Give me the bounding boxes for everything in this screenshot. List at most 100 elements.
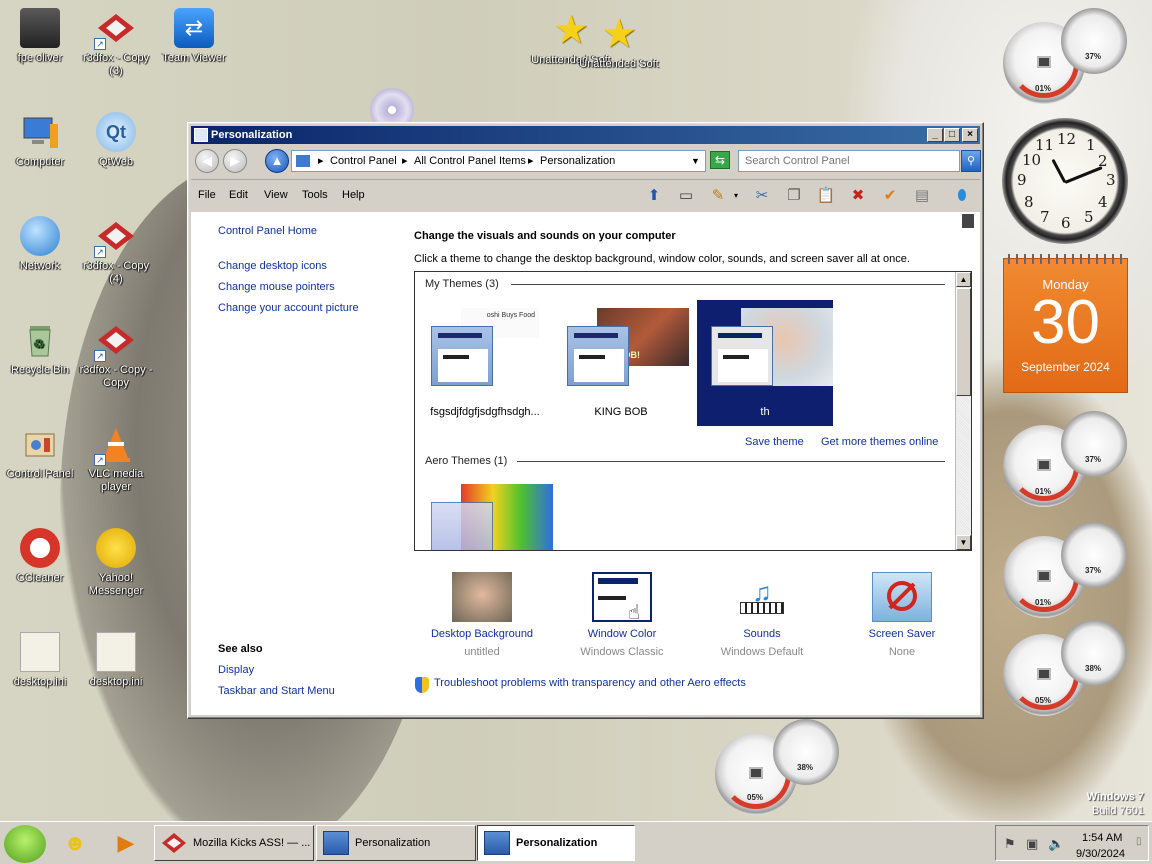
sounds-setting[interactable]: ♫ Sounds Windows Default: [692, 572, 832, 658]
search-input[interactable]: [738, 150, 960, 172]
tray-clock-date[interactable]: 9/30/2024: [1076, 848, 1125, 860]
desktop-icon-desktop-ini-2[interactable]: desktop.ini: [76, 632, 156, 689]
link-save-theme[interactable]: Save theme: [745, 436, 804, 448]
desktop-icon-vlc[interactable]: ↗ VLC media player: [76, 424, 156, 494]
link-display[interactable]: Display: [218, 664, 254, 676]
desktop-icon-recycle-bin[interactable]: ♻ Recycle Bin: [0, 320, 80, 377]
link-get-more-themes[interactable]: Get more themes online: [821, 436, 938, 448]
checkmark-icon[interactable]: ✔: [878, 185, 902, 207]
paste-icon[interactable]: 📋: [814, 185, 838, 207]
theme-name: fsgsdjfdgfjsdgfhsdgh...: [430, 406, 540, 418]
window-preview-icon: [431, 326, 493, 386]
link-troubleshoot-aero[interactable]: Troubleshoot problems with transparency …: [434, 677, 746, 689]
cpu-meter-gadget[interactable]: 05% 38%: [715, 719, 839, 815]
forward-button[interactable]: ▶: [223, 149, 247, 173]
clock-gadget[interactable]: 12 1 2 3 4 5 6 7 8 9 10 11: [1002, 118, 1128, 244]
back-button[interactable]: ◀: [195, 149, 219, 173]
link-change-mouse-pointers[interactable]: Change mouse pointers: [218, 281, 335, 293]
scrollbar-thumb[interactable]: [956, 288, 971, 396]
action-center-flag-icon[interactable]: ⚑: [1004, 836, 1016, 852]
link-change-account-picture[interactable]: Change your account picture: [218, 302, 359, 314]
scroll-up-arrow-icon[interactable]: ▲: [956, 272, 971, 287]
refresh-icon[interactable]: ⇆: [710, 151, 730, 169]
properties-icon[interactable]: ▤: [910, 185, 934, 207]
desktop-icon-desktop-ini-1[interactable]: desktop.ini: [0, 632, 80, 689]
personalization-window[interactable]: Personalization _ □ × ◀ ▶ ▲ ▸ Control Pa…: [187, 122, 984, 719]
minimize-button[interactable]: _: [927, 128, 943, 142]
memory-percent: 38%: [797, 763, 814, 772]
window-color-setting[interactable]: ☝ Window Color Windows Classic: [552, 572, 692, 658]
up-arrow-icon[interactable]: ⬆: [642, 185, 666, 207]
copy-icon[interactable]: ❐: [782, 185, 806, 207]
breadcrumb-control-panel[interactable]: Control Panel: [330, 151, 397, 171]
menu-help[interactable]: Help: [342, 189, 365, 201]
quick-launch-friends-icon[interactable]: ☻: [60, 828, 90, 858]
personalization-icon: [323, 831, 349, 855]
address-bar[interactable]: ▸ Control Panel ▸ All Control Panel Item…: [291, 150, 706, 172]
desktop-icon-label: fpe oliver: [17, 52, 63, 64]
theme-item-king-bob[interactable]: NG BOB! KING BOB: [553, 300, 689, 426]
web-icon[interactable]: ⬮: [950, 185, 974, 207]
theme-list-scrollbar[interactable]: ▲ ▼: [955, 272, 971, 550]
desktop-icon-unattended-soft-2[interactable]: ★ Unattended Soft: [579, 14, 659, 71]
calendar-gadget[interactable]: Monday 30 September 2024: [1003, 254, 1128, 393]
menu-tools[interactable]: Tools: [302, 189, 328, 201]
cpu-meter-gadget[interactable]: 05% 38%: [1003, 620, 1127, 716]
desktop-icon-qtweb[interactable]: Qt QtWeb: [76, 112, 156, 169]
close-button[interactable]: ×: [962, 128, 978, 142]
theme-item-fsgsdjf[interactable]: oshi Buys Food fsgsdjfdgfjsdgfhsdgh...: [417, 300, 553, 426]
help-book-icon[interactable]: [962, 214, 974, 228]
desktop-icon-r3dfox-copy-4[interactable]: ↗ r3dfox - Copy (4): [76, 216, 156, 286]
menu-view[interactable]: View: [264, 189, 288, 201]
theme-name: KING BOB: [594, 406, 648, 418]
link-change-desktop-icons[interactable]: Change desktop icons: [218, 260, 327, 272]
maximize-button[interactable]: □: [944, 128, 960, 142]
up-button[interactable]: ▲: [265, 149, 289, 173]
menu-file[interactable]: File: [198, 189, 216, 201]
cut-icon[interactable]: ✂: [750, 185, 774, 207]
screen-saver-setting[interactable]: Screen Saver None: [832, 572, 972, 658]
link-control-panel-home[interactable]: Control Panel Home: [218, 225, 317, 237]
network-icon[interactable]: ▣: [1026, 836, 1038, 852]
cpu-meter-gadget[interactable]: 01% 37%: [1003, 411, 1127, 507]
search-icon[interactable]: ⚲: [961, 150, 981, 172]
desktop-icon-r3dfox-copy-3[interactable]: ↗ r3dfox - Copy (3): [76, 8, 156, 78]
quick-launch-media-icon[interactable]: ▶: [111, 828, 141, 858]
chevron-down-icon[interactable]: ▼: [691, 151, 700, 171]
scroll-down-arrow-icon[interactable]: ▼: [956, 535, 971, 550]
link-taskbar-start-menu[interactable]: Taskbar and Start Menu: [218, 685, 335, 697]
clock-number: 1: [1086, 136, 1096, 154]
theme-item-aero[interactable]: [417, 476, 553, 550]
monitor-icon[interactable]: ▭: [674, 185, 698, 207]
breadcrumb-personalization[interactable]: Personalization: [540, 151, 615, 171]
cpu-meter-gadget[interactable]: 01% 37%: [1003, 522, 1127, 618]
desktop-icon-r3dfox-copy-copy[interactable]: ↗ r3dfox - Copy - Copy: [76, 320, 156, 390]
volume-icon[interactable]: 🔈: [1048, 836, 1064, 852]
breadcrumb-arrow-icon[interactable]: ▸: [528, 151, 534, 171]
desktop-icon-fpe-oliver[interactable]: fpe oliver: [0, 8, 80, 65]
theme-list[interactable]: My Themes (3) oshi Buys Food fsgsdjfdgfj…: [414, 271, 972, 551]
theme-item-th-selected[interactable]: th: [697, 300, 833, 426]
breadcrumb-arrow-icon[interactable]: ▸: [402, 151, 408, 171]
tray-clock-time[interactable]: 1:54 AM: [1082, 832, 1122, 844]
desktop-icon-network[interactable]: Network: [0, 216, 80, 273]
desktop-icon-control-panel[interactable]: Control Panel: [0, 424, 80, 481]
taskbar-button-mozilla[interactable]: Mozilla Kicks ASS! — ...: [154, 825, 314, 861]
menu-edit[interactable]: Edit: [229, 189, 248, 201]
desktop-icon-yahoo-messenger[interactable]: Yahoo! Messenger: [76, 528, 156, 598]
desktop-icon-computer[interactable]: Computer: [0, 112, 80, 169]
desktop-background-setting[interactable]: Desktop Background untitled: [412, 572, 552, 658]
breadcrumb-arrow-icon[interactable]: ▸: [318, 151, 324, 171]
taskbar-button-personalization-1[interactable]: Personalization: [316, 825, 476, 861]
desktop-icon-team-viewer[interactable]: ⇄ Team Viewer: [154, 8, 234, 65]
cpu-meter-gadget[interactable]: 01% 37%: [1003, 8, 1127, 104]
r3dfox-icon: ↗: [94, 8, 136, 50]
delete-icon[interactable]: ✖: [846, 185, 870, 207]
show-desktop-icon[interactable]: ▯: [1136, 836, 1142, 847]
start-button-alien-icon[interactable]: [4, 825, 46, 863]
desktop-icon-ccleaner[interactable]: CCleaner: [0, 528, 80, 585]
window-titlebar[interactable]: Personalization _ □ ×: [191, 126, 980, 144]
taskbar-button-personalization-2[interactable]: Personalization: [477, 825, 635, 861]
chevron-down-icon[interactable]: ▾: [724, 185, 748, 207]
breadcrumb-all-items[interactable]: All Control Panel Items: [414, 151, 526, 171]
